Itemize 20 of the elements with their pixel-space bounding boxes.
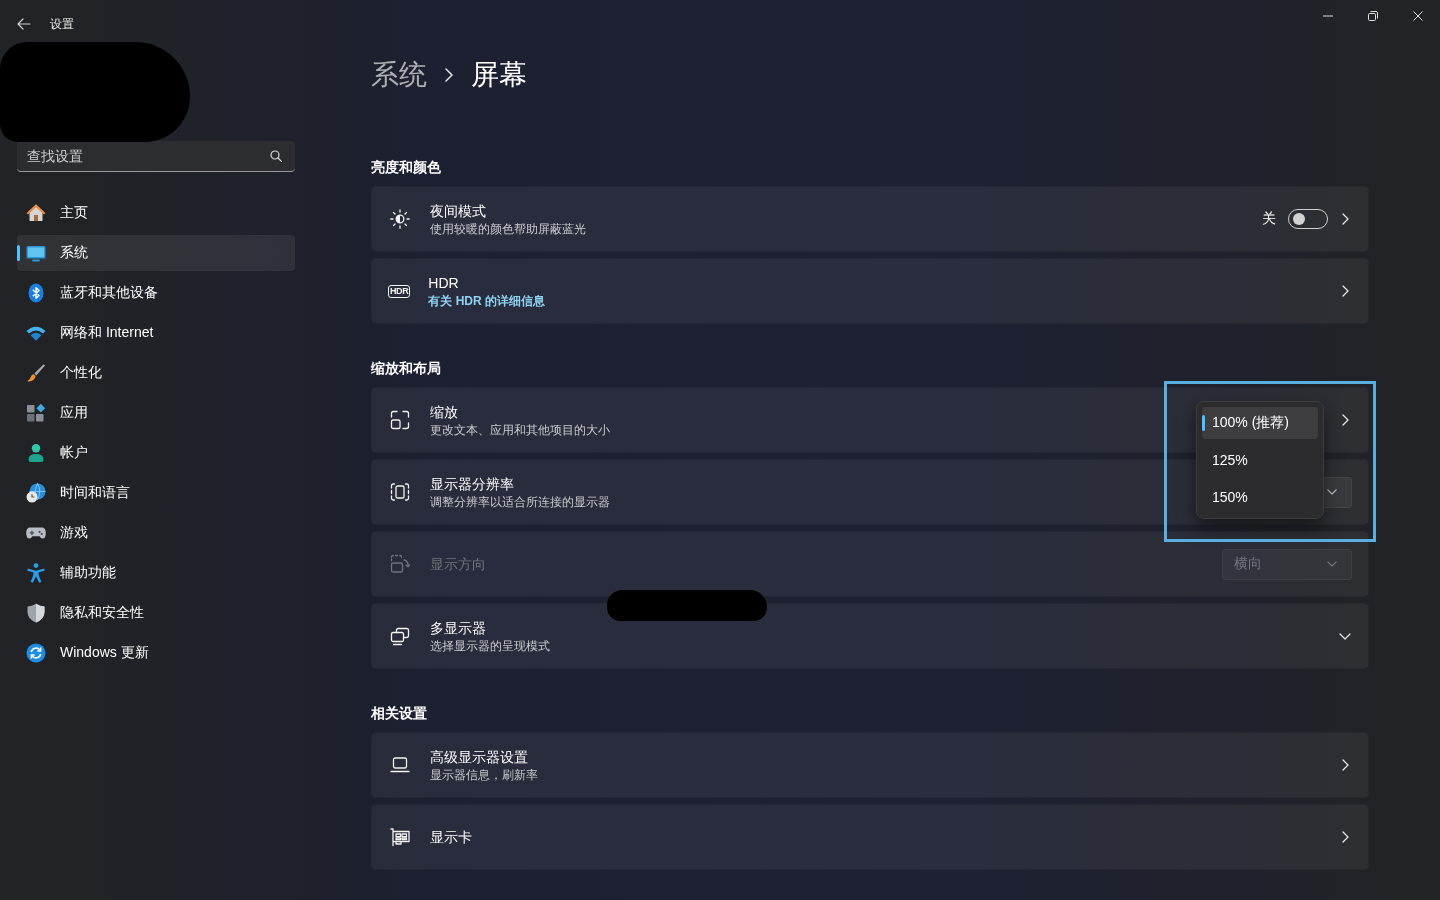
setting-description: 选择显示器的呈现模式 <box>430 637 550 654</box>
setting-title: 显示方向 <box>430 555 486 573</box>
setting-title: 高级显示器设置 <box>430 747 528 766</box>
setting-title: 夜间模式 <box>430 201 486 220</box>
section-heading: 缩放和布局 <box>371 359 442 378</box>
setting-description: 使用较暖的颜色帮助屏蔽蓝光 <box>430 220 586 237</box>
section-heading: 亮度和颜色 <box>371 158 442 177</box>
setting-title: 多显示器 <box>430 618 486 637</box>
toggle-state-label: 关 <box>1262 210 1276 228</box>
setting-description: 调整分辨率以适合所连接的显示器 <box>430 493 610 510</box>
setting-title: 缩放 <box>430 402 458 421</box>
setting-description: 更改文本、应用和其他项目的大小 <box>430 421 610 438</box>
setting-title: 显示器分辨率 <box>430 474 514 493</box>
setting-title: HDR <box>428 273 459 292</box>
setting-description: 显示器信息，刷新率 <box>430 766 538 783</box>
page-title: 屏幕 <box>471 58 527 92</box>
setting-title: 显示卡 <box>430 828 472 846</box>
window-title: 设置 <box>50 16 74 32</box>
hdr-badge: HDR <box>388 284 411 298</box>
section-heading: 相关设置 <box>371 704 428 723</box>
